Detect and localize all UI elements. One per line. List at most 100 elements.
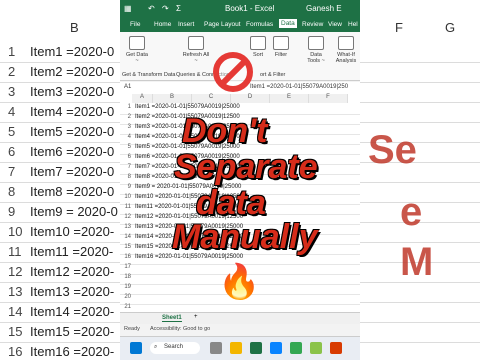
add-sheet-button[interactable]: + [194,314,198,320]
row-number[interactable]: 1 [122,104,131,110]
row-number[interactable]: 11 [122,204,131,210]
column-header[interactable]: E [270,94,309,103]
title-bar: ▦ ↶ ↷ Σ Book1 - Excel Ganesh E [120,0,360,18]
bg-row-number: 8 [8,184,16,199]
row-number[interactable]: 14 [122,234,131,240]
tab-file[interactable]: File [130,21,140,28]
column-header[interactable]: D [231,94,270,103]
row-number[interactable]: 15 [122,244,131,250]
bg-column-header: G [445,20,456,35]
tab-formulas[interactable]: Formulas [246,21,273,28]
bg-column-header: F [395,20,403,35]
row-number[interactable]: 7 [122,164,131,170]
windows-start-icon[interactable] [130,342,142,354]
get-data-icon [129,36,145,50]
row-number[interactable]: 20 [122,294,131,300]
tab-home[interactable]: Home [154,21,171,28]
get-data-button[interactable]: Get Data ~ [124,34,150,64]
column-header[interactable]: F [309,94,348,103]
bg-cell: Item5 =2020-0 [30,124,115,139]
bg-row-number: 1 [8,44,16,59]
bg-row-number: 3 [8,84,16,99]
chrome-icon[interactable] [290,342,302,354]
column-header[interactable]: A [132,94,153,103]
bg-row-number: 16 [8,344,23,359]
row-number[interactable]: 2 [122,114,131,120]
what-if-button[interactable]: What-If Analysis [332,34,360,64]
row-number[interactable]: 17 [122,264,131,270]
row-number[interactable]: 16 [122,254,131,260]
taskbar-search[interactable]: ⌕ Search [150,342,200,354]
task-view-icon[interactable] [210,342,222,354]
row-number[interactable]: 6 [122,154,131,160]
filter-button[interactable]: Filter [270,34,292,58]
formula-input[interactable]: Item1 =2020-01-01|55079A0019|250 [250,84,348,90]
data-tools-button[interactable]: Data Tools ~ [304,34,328,64]
bg-cell: Item6 =2020-0 [30,144,115,159]
undo-icon[interactable]: ↶ [148,4,155,13]
search-label: Search [164,344,184,350]
status-ready: Ready [124,326,140,332]
bg-cell: Item9 = 2020-0 [30,204,118,219]
row-number[interactable]: 18 [122,274,131,280]
fire-icon: 🔥 [218,263,261,301]
row-number[interactable]: 9 [122,184,131,190]
bg-row-number: 11 [8,244,22,259]
redo-icon[interactable]: ↷ [162,4,169,13]
tab-insert[interactable]: Insert [178,21,194,28]
accessibility-status[interactable]: Accessibility: Good to go [150,326,210,332]
camtasia-icon[interactable] [310,342,322,354]
row-number[interactable]: 3 [122,124,131,130]
bg-row-number: 10 [8,224,23,239]
autosum-icon[interactable]: Σ [176,4,181,13]
data-tools-label: Data Tools ~ [307,52,325,64]
search-icon: ⌕ [154,344,158,350]
bg-row-number: 5 [8,124,16,139]
bg-row-number: 15 [8,324,23,339]
bg-cell: Item14 =2020- [30,304,115,319]
cell-a[interactable]: Item1 =2020-01-01|55079A0019|25000 [135,104,240,110]
file-explorer-icon[interactable] [230,342,242,354]
bg-cell: Item11 =2020- [30,244,114,259]
row-number[interactable]: 8 [122,174,131,180]
bg-row-number: 9 [8,204,16,219]
excel-icon: ▦ [124,4,132,13]
row-number[interactable]: 13 [122,224,131,230]
excel-icon[interactable] [250,342,262,354]
sort-button[interactable]: Sort [248,34,268,58]
tab-view[interactable]: View [328,21,342,28]
edge-icon[interactable] [270,342,282,354]
bg-overlay-fragment: M [400,240,434,284]
bg-row-number: 7 [8,164,16,179]
refresh-label: Refresh All ~ [182,52,210,64]
overlay-line-2: Separate [174,148,318,186]
refresh-all-button[interactable]: Refresh All ~ [182,34,210,64]
sort-label: Sort [252,52,264,58]
tab-help[interactable]: Hel [348,21,358,28]
row-number[interactable]: 4 [122,134,131,140]
column-header[interactable]: C [192,94,231,103]
bg-row-number: 4 [8,104,16,119]
bg-cell: Item2 =2020-0 [30,64,115,79]
tab-page-layout[interactable]: Page Layout [204,21,241,28]
tab-data[interactable]: Data [279,19,297,28]
column-header[interactable]: B [153,94,192,103]
powerpoint-icon[interactable] [330,342,342,354]
status-bar: Ready Accessibility: Good to go [120,324,360,334]
bg-cell: Item13 =2020- [30,284,115,299]
bg-row-number: 2 [8,64,16,79]
row-number[interactable]: 10 [122,194,131,200]
row-number[interactable]: 12 [122,214,131,220]
sheet-tab[interactable]: Sheet1 [162,315,182,322]
bg-cell: Item12 =2020- [30,264,115,279]
user-name[interactable]: Ganesh E [306,4,342,13]
bg-column-header: B [70,20,79,35]
get-data-label: Get Data ~ [125,52,148,64]
row-number[interactable]: 21 [122,304,131,310]
bg-cell: Item8 =2020-0 [30,184,115,199]
row-number[interactable]: 19 [122,284,131,290]
no-entry-icon [213,52,253,92]
tab-review[interactable]: Review [302,21,323,28]
row-number[interactable]: 5 [122,144,131,150]
name-box[interactable]: A1 [124,84,131,90]
